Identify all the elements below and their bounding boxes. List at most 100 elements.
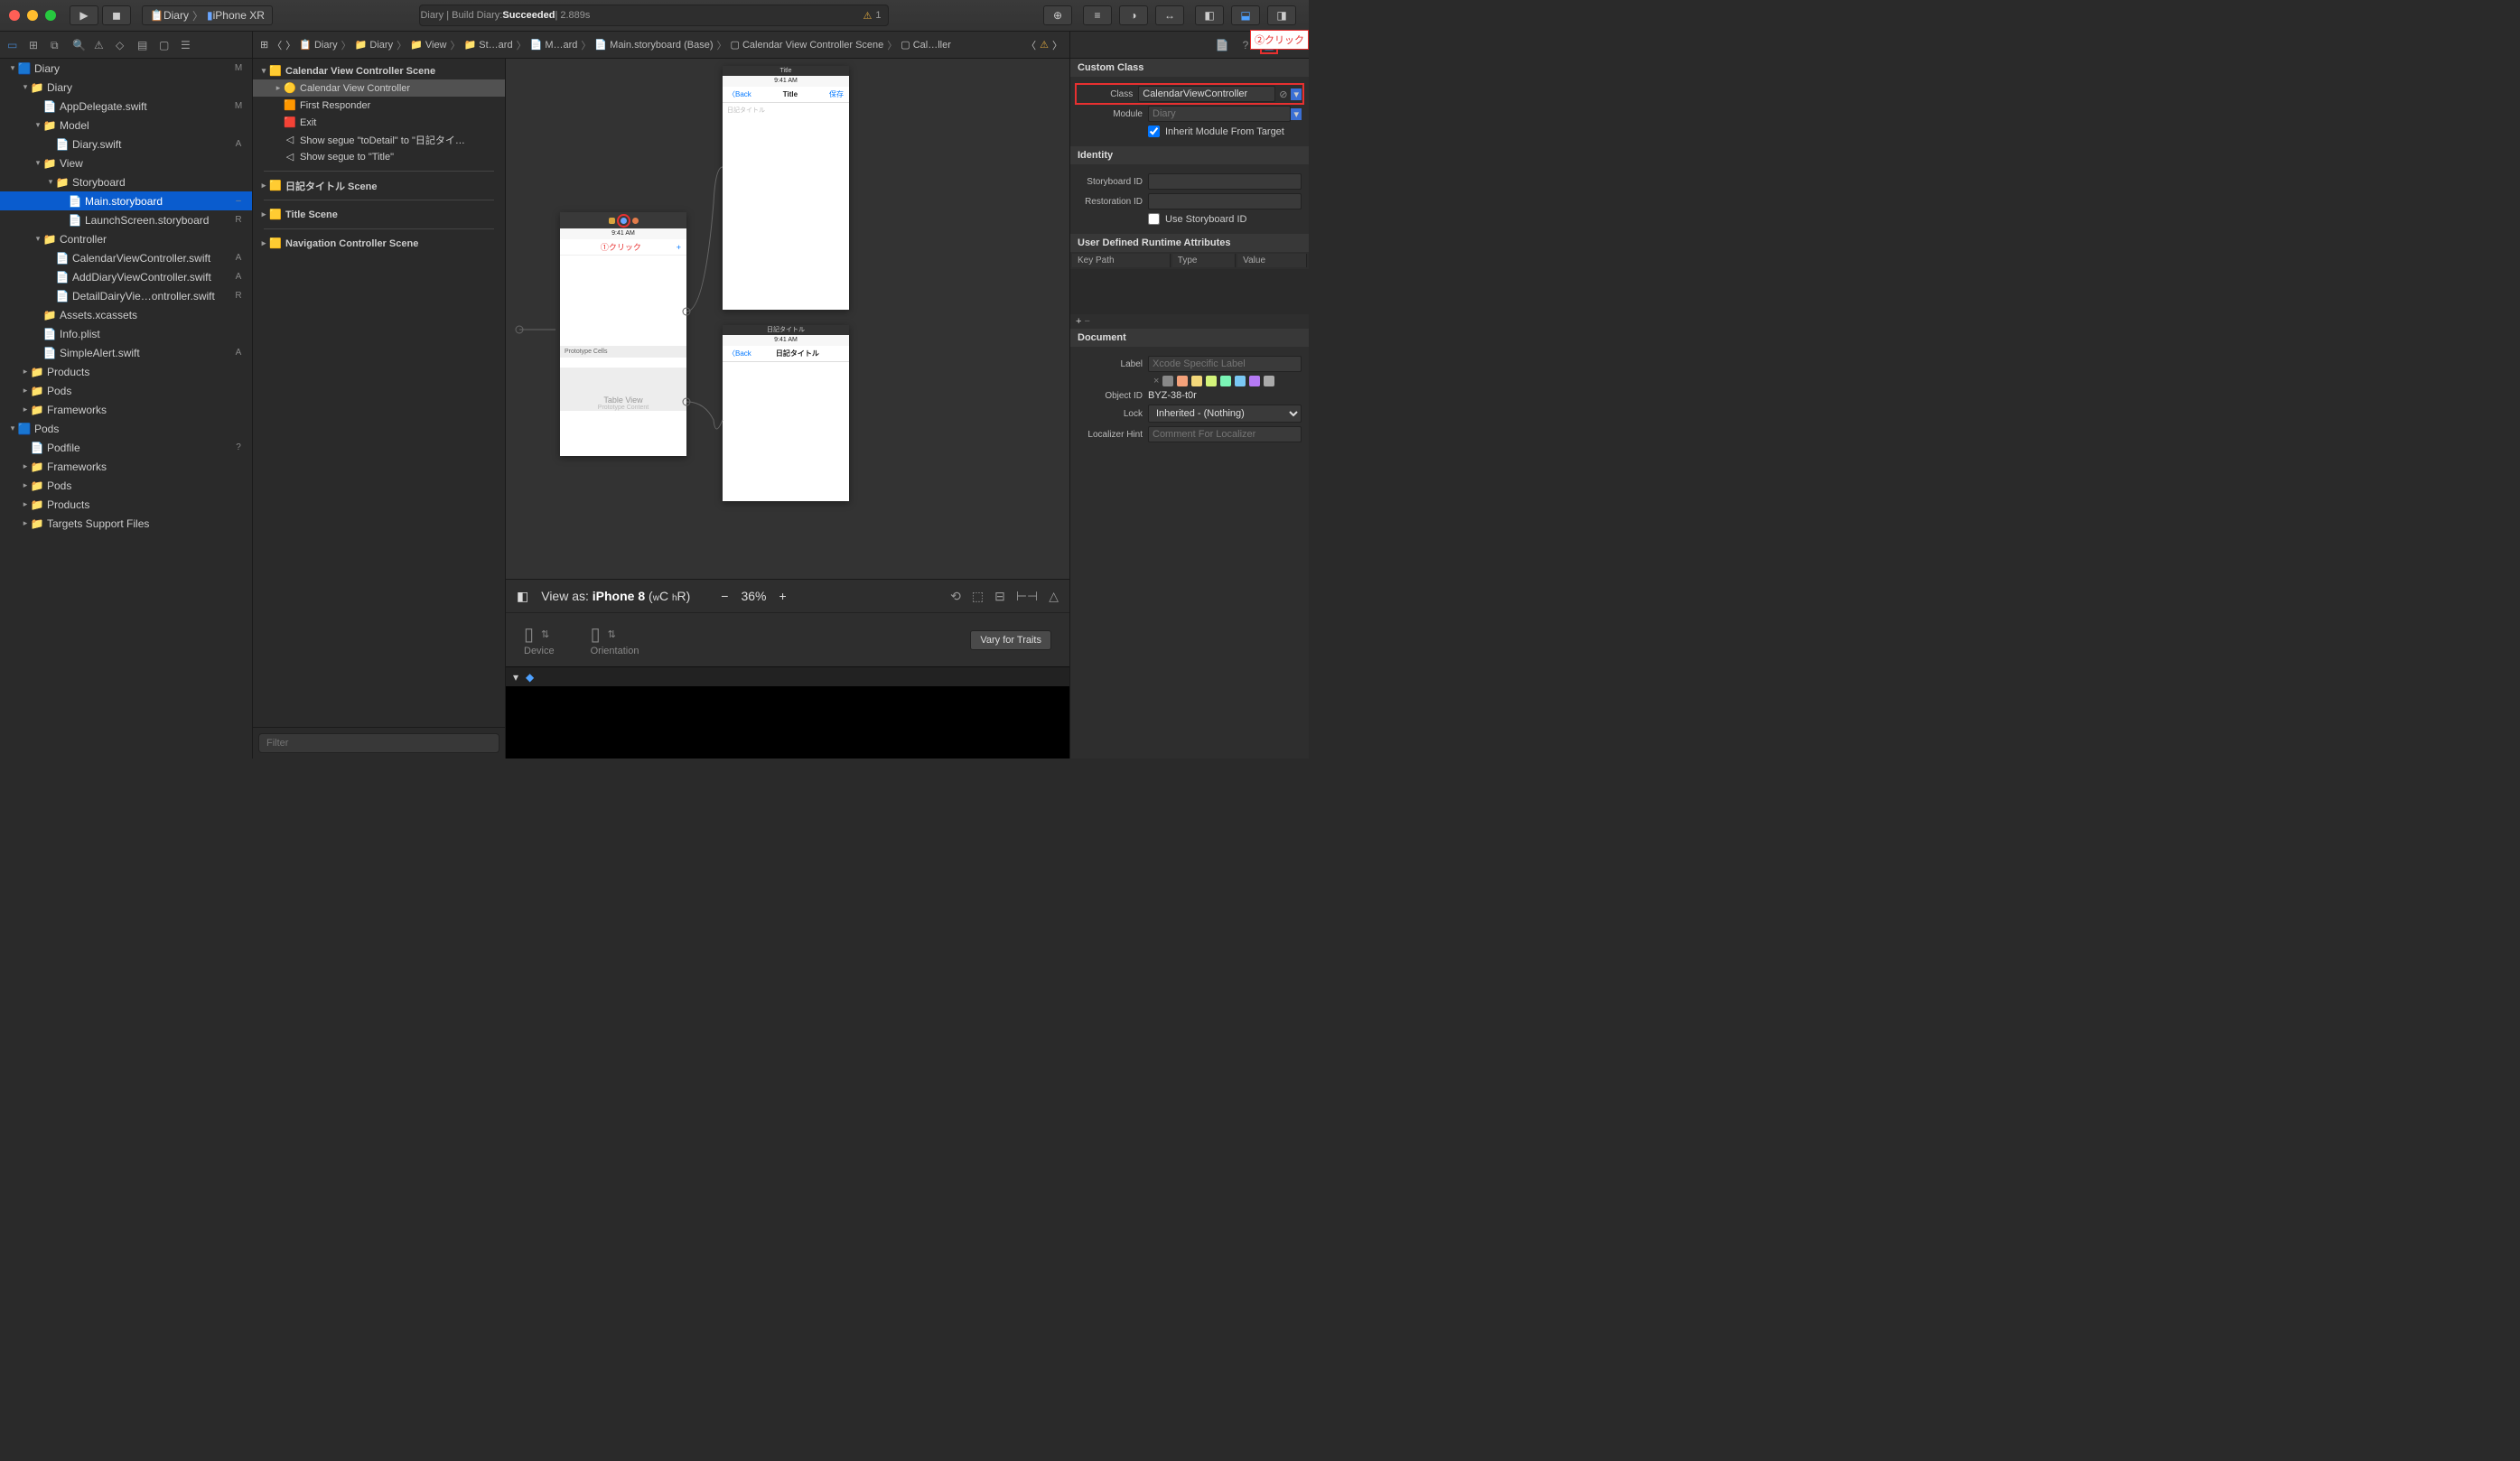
outline-filter-input[interactable]	[258, 733, 499, 753]
nav-item-detaildairyvie-ontroller-swift[interactable]: 📄DetailDairyVie…ontroller.swiftR	[0, 286, 252, 305]
module-input[interactable]	[1148, 106, 1291, 122]
outline-item[interactable]: ▸🟨日記タイトル Scene	[253, 177, 505, 194]
report-navigator-icon[interactable]: ☰	[181, 39, 193, 51]
nav-item-pods[interactable]: ▾🟦Pods	[0, 419, 252, 438]
device-stepper-icon[interactable]: ⇅	[541, 628, 549, 640]
standard-editor-button[interactable]: ≡	[1083, 5, 1112, 25]
back-icon[interactable]: 〈	[272, 38, 282, 52]
col-value[interactable]: Value	[1237, 254, 1307, 267]
toggle-inspector-button[interactable]: ◨	[1267, 5, 1296, 25]
project-navigator-icon[interactable]: ▭	[7, 39, 20, 51]
vc-dock-icon[interactable]	[609, 218, 615, 224]
jump-prev-icon[interactable]: 〈	[1026, 38, 1036, 52]
stop-button[interactable]: ◼	[102, 5, 131, 25]
nav-item-frameworks[interactable]: ▸📁Frameworks	[0, 457, 252, 476]
restoration-id-input[interactable]	[1148, 193, 1302, 209]
nav-item-products[interactable]: ▸📁Products	[0, 495, 252, 514]
crumb-5[interactable]: 📄 Main.storyboard (Base)	[594, 39, 713, 51]
close-window-button[interactable]	[9, 10, 20, 21]
crumb-2[interactable]: 📁 View	[410, 39, 446, 51]
zoom-out-button[interactable]: −	[721, 589, 728, 603]
vc-top-bar[interactable]	[560, 212, 686, 228]
scheme-selector[interactable]: 📋 Diary 〉 ▮ iPhone XR	[142, 5, 273, 25]
save-button[interactable]: 保存	[829, 89, 844, 99]
color-swatch[interactable]	[1249, 376, 1260, 386]
color-swatch[interactable]	[1177, 376, 1188, 386]
color-swatch[interactable]	[1206, 376, 1217, 386]
crumb-3[interactable]: 📁 St…ard	[464, 39, 513, 51]
zoom-level[interactable]: 36%	[741, 589, 766, 603]
nav-item-targets-support-files[interactable]: ▸📁Targets Support Files	[0, 514, 252, 533]
navigator-tree[interactable]: ▾🟦DiaryM▾📁Diary📄AppDelegate.swiftM▾📁Mode…	[0, 59, 252, 758]
align-icon[interactable]: ⊟	[994, 589, 1005, 604]
clear-class-icon[interactable]: ⊘	[1275, 88, 1291, 100]
storyboard-id-input[interactable]	[1148, 173, 1302, 190]
title-scene-frame[interactable]: Title 9:41 AM 〈Back Title 保存 日記タイトル	[723, 66, 849, 310]
nav-item-pods[interactable]: ▸📁Pods	[0, 381, 252, 400]
module-dropdown-icon[interactable]: ▾	[1291, 108, 1302, 120]
nav-item-diary[interactable]: ▾🟦DiaryM	[0, 59, 252, 78]
nav-item-info-plist[interactable]: 📄Info.plist	[0, 324, 252, 343]
crumb-1[interactable]: 📁 Diary	[355, 39, 393, 51]
crumb-4[interactable]: 📄 M…ard	[530, 39, 578, 51]
pin-icon[interactable]: ⊢⊣	[1016, 589, 1038, 604]
color-swatch[interactable]	[1162, 376, 1173, 386]
outline-item[interactable]: ◁Show segue "toDetail" to "日記タイ…	[253, 131, 505, 148]
nav-item-view[interactable]: ▾📁View	[0, 154, 252, 172]
col-keypath[interactable]: Key Path	[1072, 254, 1171, 267]
col-type[interactable]: Type	[1172, 254, 1236, 267]
test-navigator-icon[interactable]: ◇	[116, 39, 128, 51]
nav-item-frameworks[interactable]: ▸📁Frameworks	[0, 400, 252, 419]
jump-bar[interactable]: ⊞ 〈 〉 📋 Diary〉 📁 Diary〉 📁 View〉 📁 St…ard…	[253, 32, 1069, 58]
crumb-0[interactable]: 📋 Diary	[299, 39, 337, 51]
color-swatch[interactable]	[1191, 376, 1202, 386]
nav-item-main-storyboard[interactable]: 📄Main.storyboard–	[0, 191, 252, 210]
color-swatch[interactable]	[1235, 376, 1246, 386]
nav-item-diary-swift[interactable]: 📄Diary.swiftA	[0, 135, 252, 154]
back-button[interactable]: 〈Back	[728, 89, 751, 99]
vc-exit-icon[interactable]	[632, 218, 639, 224]
activity-status[interactable]: Diary | Build Diary: Succeeded | 2.889s …	[419, 5, 889, 26]
toggle-navigator-button[interactable]: ◧	[1195, 5, 1224, 25]
doc-label-input[interactable]	[1148, 356, 1302, 372]
calendar-vc-frame[interactable]: 9:41 AM ①クリック + Prototype Cells Table Vi…	[560, 212, 686, 456]
color-swatch[interactable]	[1220, 376, 1231, 386]
orientation-stepper-icon[interactable]: ⇅	[608, 628, 616, 640]
library-button[interactable]: ⊕	[1043, 5, 1072, 25]
toggle-debug-button[interactable]: ⬓	[1231, 5, 1260, 25]
outline-item[interactable]: 🟧First Responder	[253, 97, 505, 114]
update-frames-icon[interactable]: ⟲	[950, 589, 961, 604]
class-input[interactable]	[1138, 86, 1275, 102]
orientation-glyph-icon[interactable]: ▯	[591, 623, 601, 646]
localizer-hint-input[interactable]	[1148, 426, 1302, 442]
clear-color-icon[interactable]: ×	[1153, 376, 1159, 386]
symbol-navigator-icon[interactable]: ⧉	[51, 39, 63, 51]
resolve-icon[interactable]: △	[1049, 589, 1059, 604]
vary-for-traits-button[interactable]: Vary for Traits	[970, 630, 1051, 650]
breakpoint-navigator-icon[interactable]: ▢	[159, 39, 172, 51]
source-control-navigator-icon[interactable]: ⊞	[29, 39, 42, 51]
diary-title-scene-frame[interactable]: 日記タイトル 9:41 AM 〈Back 日記タイトル	[723, 325, 849, 501]
embed-icon[interactable]: ⬚	[972, 589, 984, 604]
zoom-in-button[interactable]: +	[779, 589, 787, 603]
view-as-label[interactable]: View as: iPhone 8 (wC hR)	[541, 589, 690, 603]
class-dropdown-icon[interactable]: ▾	[1291, 88, 1302, 100]
nav-item-simplealert-swift[interactable]: 📄SimpleAlert.swiftA	[0, 343, 252, 362]
lock-select[interactable]: Inherited - (Nothing)	[1148, 405, 1302, 423]
nav-item-appdelegate-swift[interactable]: 📄AppDelegate.swiftM	[0, 97, 252, 116]
minimize-window-button[interactable]	[27, 10, 38, 21]
device-glyph-icon[interactable]: ▯	[524, 623, 534, 646]
nav-item-assets-xcassets[interactable]: 📁Assets.xcassets	[0, 305, 252, 324]
breakpoint-toggle-icon[interactable]: ◆	[526, 671, 534, 684]
outline-item[interactable]: ◁Show segue to "Title"	[253, 148, 505, 165]
outline-item[interactable]: ▸🟨Navigation Controller Scene	[253, 235, 505, 252]
nav-item-calendarviewcontroller-swift[interactable]: 📄CalendarViewController.swiftA	[0, 248, 252, 267]
interface-builder-canvas[interactable]: 9:41 AM ①クリック + Prototype Cells Table Vi…	[506, 59, 1069, 579]
outline-item[interactable]: ▸🟡Calendar View Controller	[253, 79, 505, 97]
nav-item-controller[interactable]: ▾📁Controller	[0, 229, 252, 248]
crumb-7[interactable]: ▢ Cal…ller	[901, 39, 951, 51]
run-button[interactable]: ▶	[70, 5, 98, 25]
outline-tree[interactable]: ▾🟨Calendar View Controller Scene▸🟡Calend…	[253, 59, 505, 727]
nav-item-model[interactable]: ▾📁Model	[0, 116, 252, 135]
file-inspector-icon[interactable]: 📄	[1213, 36, 1231, 54]
